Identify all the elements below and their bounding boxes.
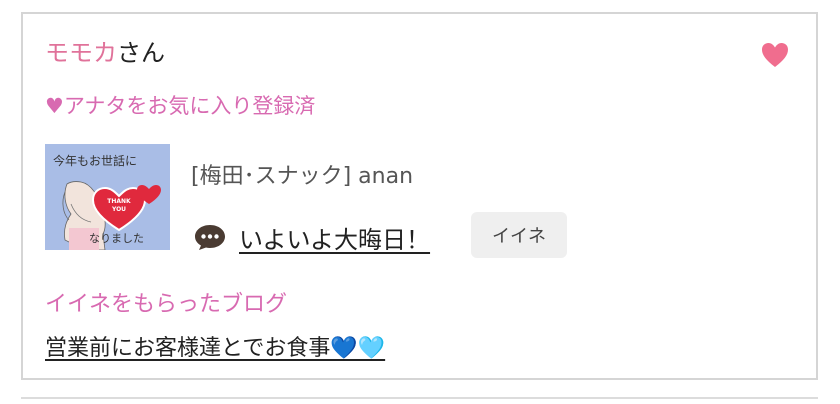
heart-icon[interactable] (760, 40, 790, 70)
speech-bubble-icon (193, 222, 227, 252)
like-button[interactable]: イイネ (471, 212, 567, 258)
user-header: モモカさん (45, 38, 165, 68)
user-name[interactable]: モモカ (45, 39, 117, 67)
thumbnail-text-top: 今年もお世話に (53, 154, 138, 168)
thumbnail-heart-text: THANK YOU (107, 198, 131, 213)
notification-card: モモカさん ♥アナタをお気に入り登録済 今年もお世話に THANK YOU なり… (21, 12, 818, 380)
post-row: 今年もお世話に THANK YOU なりました [梅田･スナック] anan い… (45, 144, 795, 258)
thumbnail-text-bottom: なりました (89, 232, 144, 245)
divider (21, 397, 818, 399)
shop-name[interactable]: [梅田･スナック] anan (191, 158, 413, 190)
favorite-status: ♥アナタをお気に入り登録済 (45, 94, 316, 118)
post-thumbnail[interactable]: 今年もお世話に THANK YOU なりました (45, 144, 170, 250)
honorific: さん (117, 39, 165, 67)
post-title-link[interactable]: いよいよ大晦日！ (239, 220, 430, 255)
liked-blog-heading: イイネをもらったブログ (45, 292, 288, 317)
liked-blog-link[interactable]: 営業前にお客様達とでお食事💙🩵 (45, 330, 385, 362)
